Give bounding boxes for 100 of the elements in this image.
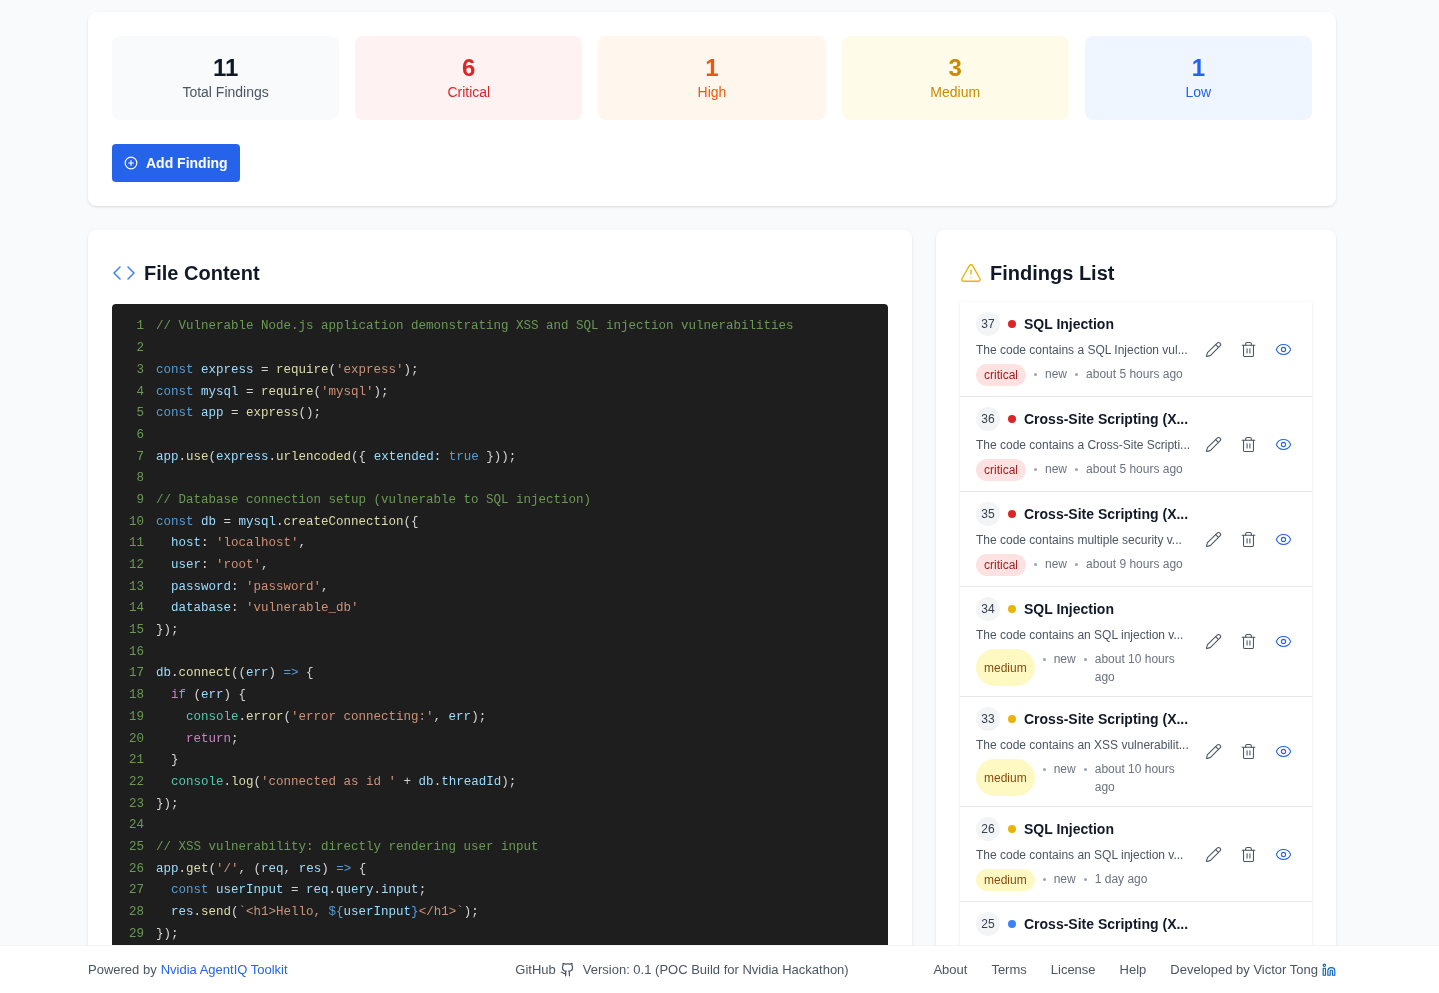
finding-card[interactable]: 35 Cross-Site Scripting (X... The code contains multiple security v... critical new about 9 hours ago — [960, 492, 1312, 587]
edit-icon[interactable] — [1205, 845, 1222, 863]
severity-badge: critical — [976, 459, 1026, 481]
eye-icon[interactable] — [1275, 633, 1292, 650]
line-number: 24 — [128, 817, 145, 835]
finding-title: SQL Injection — [1024, 314, 1114, 334]
stat-value: 1 — [1191, 53, 1206, 82]
code-line: if (err) { — [170, 687, 247, 705]
developer-text: Developed by Victor Tong — [1170, 960, 1318, 979]
finding-time: 1 day ago — [1094, 871, 1148, 888]
line-number: 21 — [128, 752, 145, 770]
trash-icon[interactable] — [1240, 633, 1257, 650]
finding-card[interactable]: 34 SQL Injection The code contains an SQL injection v... medium new about 10 hours ago — [960, 587, 1312, 697]
stat-value: 6 — [462, 53, 476, 82]
finding-card[interactable]: 33 Cross-Site Scripting (X... The code contains an XSS vulnerabilit... medium new about 10 hours ago — [960, 697, 1312, 807]
version-text: Version: 0.1 (POC Build for Nvidia Hackathon) — [582, 960, 849, 979]
stat-value: 1 — [705, 53, 719, 82]
code-line: console.error('error connecting:', err); — [185, 708, 487, 726]
code-line: user: 'root', — [170, 557, 269, 575]
finding-title: SQL Injection — [1024, 819, 1114, 839]
finding-card[interactable]: 26 SQL Injection The code contains an SQL injection v... medium new 1 day ago — [960, 807, 1312, 902]
line-number: 4 — [135, 383, 145, 401]
finding-description: The code contains an SQL injection v... — [976, 847, 1185, 864]
trash-icon[interactable] — [1240, 435, 1257, 453]
panel-title: Findings List — [990, 261, 1115, 286]
code-line: // Database connection setup (vulnerable to SQL injection) — [156, 491, 592, 509]
edit-icon[interactable] — [1205, 435, 1222, 453]
finding-status: new — [1053, 871, 1076, 888]
finding-card[interactable]: 37 SQL Injection The code contains a SQL Injection vul... critical new about 5 hours ago — [960, 302, 1312, 397]
line-number: 14 — [128, 600, 145, 618]
line-number: 25 — [128, 838, 145, 856]
line-number: 5 — [135, 405, 145, 423]
stat-label: Low — [1185, 82, 1212, 102]
finding-status: new — [1045, 461, 1068, 478]
severity-badge: medium — [976, 649, 1035, 686]
code-line: const mysql = require('mysql'); — [156, 383, 389, 401]
footer-link[interactable]: License — [1050, 959, 1096, 980]
line-number: 28 — [128, 904, 145, 922]
github-link[interactable]: GitHub — [515, 959, 575, 980]
edit-icon[interactable] — [1205, 743, 1222, 760]
eye-icon[interactable] — [1275, 743, 1292, 760]
edit-icon[interactable] — [1205, 530, 1222, 548]
finding-status: new — [1053, 651, 1076, 668]
linkedin-icon[interactable] — [1322, 962, 1336, 977]
footer-link[interactable]: About — [933, 959, 968, 980]
footer-link[interactable]: Terms — [991, 959, 1027, 980]
code-line: res.send(`<h1>Hello, ${userInput}</h1>`); — [170, 904, 479, 922]
stat-label: Total Findings — [182, 82, 269, 102]
finding-status: new — [1045, 556, 1068, 573]
line-number: 1 — [135, 318, 145, 336]
finding-time: about 10 hours ago — [1094, 651, 1176, 686]
line-number: 15 — [128, 622, 145, 640]
stat-label: High — [697, 82, 727, 102]
code-line: return; — [185, 730, 239, 748]
footer-link[interactable]: Help — [1119, 959, 1147, 980]
add-finding-button[interactable]: Add Finding — [112, 144, 240, 182]
code-line: db.connect((err) => { — [156, 665, 314, 683]
edit-icon[interactable] — [1205, 633, 1222, 650]
line-number: 16 — [128, 643, 145, 661]
line-number: 27 — [128, 882, 145, 900]
stat-value: 3 — [948, 53, 962, 82]
finding-id: 37 — [976, 312, 1000, 336]
code-line: // XSS vulnerability: directly rendering user input — [156, 838, 539, 856]
line-number: 11 — [128, 535, 145, 553]
finding-time: about 10 hours ago — [1094, 761, 1176, 796]
line-number: 26 — [128, 860, 145, 878]
line-number: 7 — [135, 448, 145, 466]
finding-description: The code contains multiple security v... — [976, 532, 1183, 549]
line-number: 3 — [135, 361, 145, 379]
line-number: 9 — [135, 491, 145, 509]
finding-title: Cross-Site Scripting (X... — [1024, 914, 1189, 934]
trash-icon[interactable] — [1240, 530, 1257, 548]
toolkit-link[interactable]: Nvidia AgentIQ Toolkit — [160, 959, 288, 980]
finding-title: SQL Injection — [1024, 599, 1114, 619]
code-line: } — [170, 752, 179, 770]
line-number: 17 — [128, 665, 145, 683]
trash-icon[interactable] — [1240, 743, 1257, 760]
line-number: 8 — [135, 470, 145, 488]
line-number: 18 — [128, 687, 145, 705]
code-line: console.log('connected as id ' + db.threadId); — [170, 773, 517, 791]
finding-id: 33 — [976, 707, 1000, 731]
finding-status: new — [1053, 761, 1076, 778]
finding-time: about 9 hours ago — [1086, 556, 1183, 573]
trash-icon[interactable] — [1240, 340, 1257, 358]
trash-icon[interactable] — [1240, 845, 1257, 863]
code-line: app.use(express.urlencoded({ extended: true })); — [156, 448, 517, 466]
finding-status: new — [1045, 366, 1068, 383]
severity-badge: critical — [976, 554, 1026, 576]
code-line: // Vulnerable Node.js application demonstrating XSS and SQL injection vulnerabilities — [156, 318, 794, 336]
line-number: 10 — [128, 513, 145, 531]
finding-id: 35 — [976, 502, 1000, 526]
finding-title: Cross-Site Scripting (X... — [1024, 709, 1189, 729]
code-line: host: 'localhost', — [170, 535, 307, 553]
finding-description: The code contains a SQL Injection vul... — [976, 342, 1189, 359]
stat-label: Medium — [930, 82, 981, 102]
finding-card[interactable]: 36 Cross-Site Scripting (X... The code contains a Cross-Site Scripti... critical new about 5 hours ago — [960, 397, 1312, 492]
finding-time: about 5 hours ago — [1086, 366, 1183, 383]
edit-icon[interactable] — [1205, 340, 1222, 358]
code-line: }); — [156, 925, 179, 943]
code-line: const app = express(); — [156, 405, 322, 423]
